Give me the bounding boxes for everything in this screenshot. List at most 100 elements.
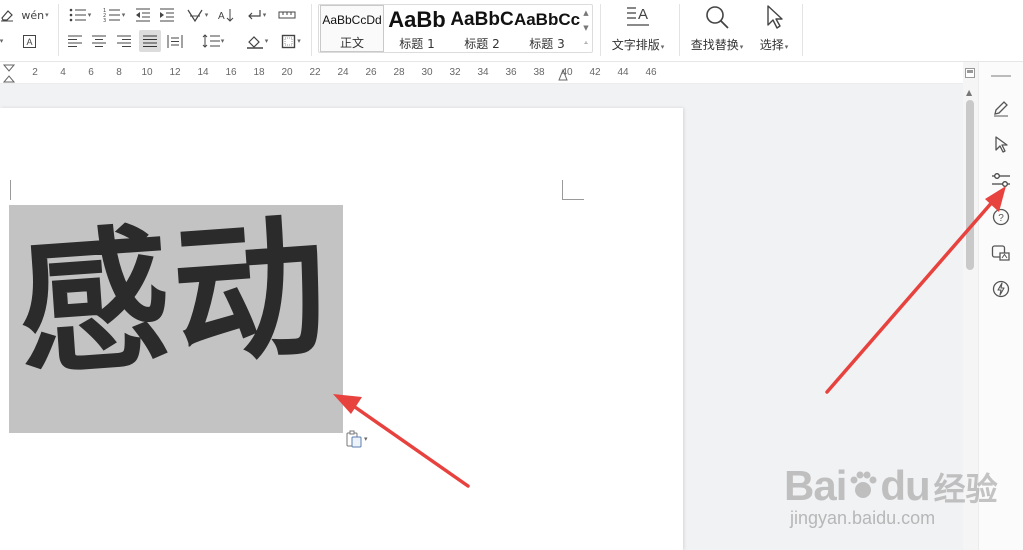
style-heading-3[interactable]: AaBbCc 标题 3 [514, 5, 580, 52]
translate-icon [991, 245, 1010, 261]
phonetic-guide-button[interactable]: wén ▾ [21, 6, 48, 24]
ruler-tick-label: 4 [60, 67, 66, 78]
chinese-layout-button[interactable]: ▾ [183, 6, 211, 24]
line-spacing-button[interactable]: ▾ [198, 32, 228, 50]
chevron-down-icon: ▾ [660, 43, 665, 51]
sort-button[interactable]: A [216, 6, 236, 24]
select-button[interactable]: 选择▾ [752, 4, 796, 54]
separator [679, 4, 680, 56]
separator [802, 4, 803, 56]
expand-icon[interactable]: ⩡ [584, 39, 588, 48]
ruler-tick-label: 22 [309, 67, 321, 78]
ruler-tick-label: 38 [533, 67, 545, 78]
distribute-icon [167, 34, 183, 48]
svg-text:A: A [638, 6, 648, 23]
chevron-up-icon[interactable]: ▲ [583, 9, 588, 17]
style-heading-1[interactable]: AaBb 标题 1 [385, 5, 449, 52]
text-layout-button[interactable]: A 文字排版▾ [606, 4, 670, 54]
chevron-down-icon[interactable]: ▼ [583, 24, 588, 32]
chevron-down-icon: ▾ [364, 435, 368, 443]
distribute-button[interactable] [165, 32, 185, 50]
chevron-down-icon: ▾ [204, 11, 209, 19]
chevron-down-icon: ▾ [264, 37, 269, 45]
panel-handle [991, 75, 1011, 77]
ruler-tick-label: 46 [645, 67, 657, 78]
ruler-toggle-icon[interactable] [965, 68, 975, 78]
align-center-button[interactable] [90, 32, 108, 50]
pen-tool-button[interactable] [989, 96, 1013, 120]
increase-indent-button[interactable] [157, 6, 177, 24]
watermark-url: jingyan.baidu.com [790, 508, 936, 528]
chevron-down-icon: ▾ [121, 11, 126, 19]
sort-icon: A [218, 8, 234, 22]
dropdown-arrow[interactable]: ▾ [0, 32, 8, 50]
indent-marker-icon[interactable] [3, 64, 15, 84]
ai-assistant-button[interactable] [989, 277, 1013, 301]
ruler-tick-label: 12 [169, 67, 181, 78]
chinese-layout-icon [187, 9, 203, 22]
border-button[interactable]: ▾ [276, 32, 306, 50]
settings-icon [992, 173, 1010, 187]
shading-button[interactable]: ▾ [242, 32, 272, 50]
select-icon [995, 136, 1008, 153]
ruler-icon [278, 11, 296, 19]
align-right-button[interactable] [115, 32, 133, 50]
horizontal-ruler[interactable]: 2 4 6 8 10 12 14 16 18 20 22 24 26 28 30 32 34 36 38 40 42 44… [0, 62, 963, 84]
ruler-tick-label: 18 [253, 67, 265, 78]
cursor-icon [767, 5, 783, 29]
numbered-list-icon: 123 [103, 8, 120, 22]
image-text: 感动 [12, 205, 336, 397]
ruler-tick-label: 2 [32, 67, 38, 78]
align-left-icon [68, 35, 82, 47]
select-tool-button[interactable] [989, 132, 1013, 156]
align-left-button[interactable] [66, 32, 84, 50]
border-icon [282, 34, 296, 48]
ai-icon [992, 280, 1010, 298]
separator [311, 4, 312, 56]
align-right-icon [117, 35, 131, 47]
search-icon [706, 6, 729, 29]
clear-format-button[interactable] [0, 6, 16, 24]
line-break-button[interactable]: ▾ [242, 6, 270, 24]
ruler-tick-label: 34 [477, 67, 489, 78]
svg-text:A: A [218, 11, 225, 22]
margin-corner-left [10, 180, 11, 200]
style-normal[interactable]: AaBbCcDd 正文 [320, 5, 384, 52]
ruler-tick-label: 40 [561, 67, 573, 78]
ruler-tick-label: 28 [393, 67, 405, 78]
justify-icon [143, 35, 157, 47]
ruler-tick-label: 10 [141, 67, 153, 78]
decrease-indent-button[interactable] [133, 6, 153, 24]
pasted-image[interactable]: 感动 [9, 205, 343, 433]
paste-options-button[interactable]: ▾ [345, 430, 368, 448]
ruler-tick-label: 44 [617, 67, 629, 78]
svg-text:3: 3 [103, 18, 106, 22]
svg-text:A: A [26, 37, 32, 47]
indent-icon [160, 8, 174, 22]
justify-button[interactable] [139, 30, 161, 52]
help-icon: ? [992, 208, 1010, 226]
ruler-tick-label: 32 [449, 67, 461, 78]
ruler-tick-label: 20 [281, 67, 293, 78]
style-heading-2[interactable]: AaBbC 标题 2 [450, 5, 514, 52]
bullet-list-button[interactable]: ▾ [66, 6, 94, 24]
document-page[interactable]: 感动 [0, 108, 683, 550]
numbered-list-button[interactable]: 1 2 3 ▾ [100, 6, 128, 24]
paw-logo-icon [850, 471, 877, 498]
scrollbar-thumb[interactable] [966, 100, 974, 270]
styles-scroller[interactable]: ▲ ▼ ⩡ [580, 5, 592, 52]
pen-icon [994, 101, 1008, 117]
tab-stop-button[interactable] [276, 6, 298, 24]
scroll-up-icon[interactable]: ▲ [966, 88, 972, 97]
chevron-down-icon: ▾ [739, 43, 744, 51]
help-button[interactable]: ? [989, 205, 1013, 229]
styles-gallery: AaBbCcDd 正文 AaBb 标题 1 AaBbC 标题 2 AaBbCc … [318, 4, 593, 53]
ruler-tick-label: 6 [88, 67, 94, 78]
char-border-button[interactable]: A [20, 32, 38, 50]
find-replace-button[interactable]: 查找替换▾ [686, 4, 748, 54]
properties-button[interactable] [989, 168, 1013, 192]
translate-button[interactable] [989, 241, 1013, 265]
ruler-tick-label: 16 [225, 67, 237, 78]
ruler-tick-label: 24 [337, 67, 349, 78]
char-border-icon: A [22, 34, 36, 48]
